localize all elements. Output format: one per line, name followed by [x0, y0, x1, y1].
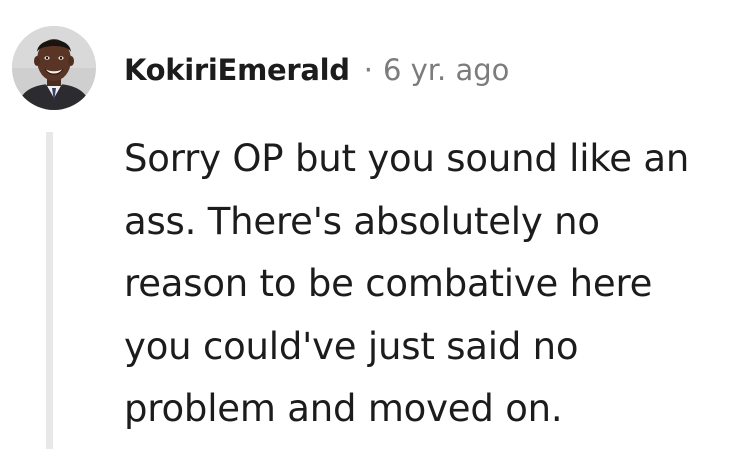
comment-timestamp[interactable]: 6 yr. ago: [383, 53, 509, 87]
comment-body-line: you could've just said no: [124, 324, 579, 368]
avatar-image: [12, 26, 96, 110]
thread-line[interactable]: [46, 132, 53, 449]
comment-body-line: problem and moved on.: [124, 387, 563, 430]
comment-body-line: ass. There's absolutely no: [124, 199, 600, 243]
meta-separator: ·: [363, 53, 373, 87]
user-avatar-icon[interactable]: [12, 26, 96, 110]
comment-body-line: reason to be combative here: [124, 262, 653, 305]
comment-header: KokiriEmerald · 6 yr. ago: [124, 50, 509, 90]
comment-body-line: Sorry OP but you sound like an: [124, 137, 690, 180]
username-link[interactable]: KokiriEmerald: [124, 53, 350, 87]
comment-body: Sorry OP but you sound like an ass. Ther…: [124, 128, 744, 441]
comment: KokiriEmerald · 6 yr. ago Sorry OP but y…: [0, 0, 753, 449]
